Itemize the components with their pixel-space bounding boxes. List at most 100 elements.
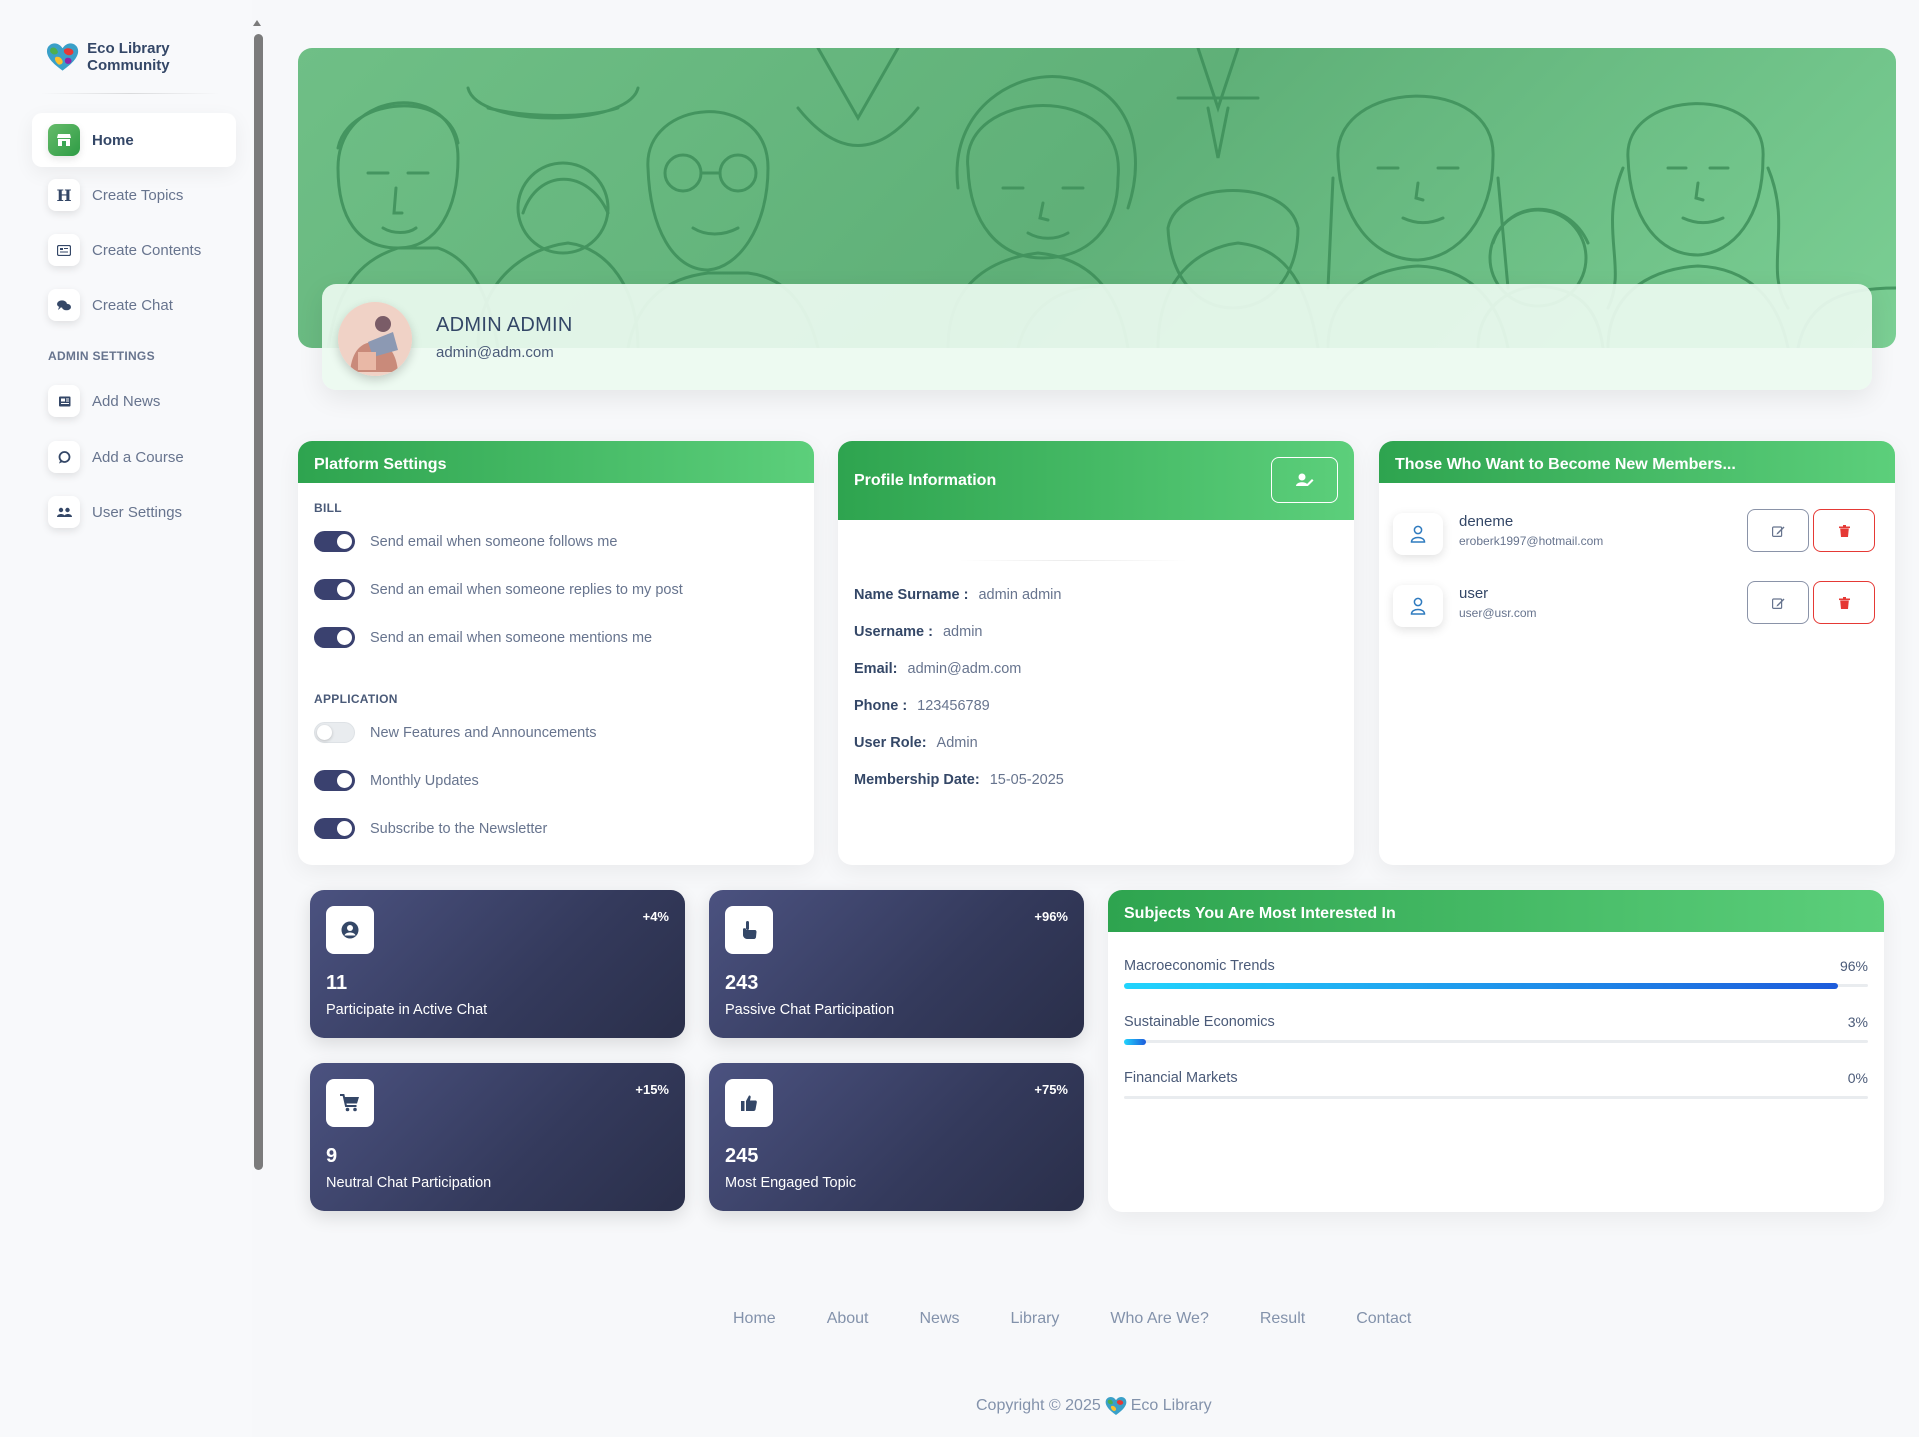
info-value: 15-05-2025 <box>989 772 1064 788</box>
avatar[interactable] <box>338 302 412 376</box>
sidebar-item-label: Home <box>92 131 134 149</box>
sidebar-item-create-contents[interactable]: Create Contents <box>32 223 236 277</box>
subject-row: Macroeconomic Trends 96% <box>1124 958 1868 989</box>
stat-change: +96% <box>1034 909 1068 924</box>
toggle-monthly-updates[interactable] <box>314 770 355 791</box>
copyright: Copyright © 2025 Eco Library <box>976 1396 1212 1416</box>
platform-settings-card: Platform Settings BILL Send email when s… <box>298 441 814 865</box>
info-value: Admin <box>936 735 978 751</box>
progress-track <box>1124 1039 1868 1045</box>
subject-percent: 96% <box>1839 958 1868 974</box>
section-title-application: APPLICATION <box>314 692 398 706</box>
edit-member-button[interactable] <box>1747 581 1809 624</box>
sidebar-item-label: User Settings <box>92 503 183 521</box>
sidebar-item-add-course[interactable]: Add a Course <box>32 430 236 484</box>
profile-email: admin@adm.com <box>436 344 554 361</box>
users-icon <box>48 496 80 528</box>
progress-fill <box>1124 983 1839 989</box>
sidebar-item-label: Add a Course <box>92 448 184 466</box>
brand[interactable]: Eco Library Community <box>46 40 252 74</box>
info-key: Email: <box>854 661 898 677</box>
setting-row: Subscribe to the Newsletter <box>314 818 547 839</box>
delete-member-button[interactable] <box>1813 509 1875 552</box>
edit-icon <box>1771 597 1784 609</box>
trash-icon <box>1838 524 1850 537</box>
info-row-phone: Phone : 123456789 <box>854 698 990 714</box>
edit-member-button[interactable] <box>1747 509 1809 552</box>
stat-value: 245 <box>725 1145 759 1167</box>
stat-value: 11 <box>326 972 348 994</box>
subject-percent: 0% <box>1847 1070 1868 1086</box>
toggle-follow-email[interactable] <box>314 531 355 552</box>
subject-name: Financial Markets <box>1124 1070 1238 1086</box>
sidebar-item-label: Create Contents <box>92 241 202 259</box>
info-value: admin <box>942 624 983 640</box>
setting-row: Send an email when someone mentions me <box>314 627 652 648</box>
copyright-suffix: Eco Library <box>1130 1397 1212 1414</box>
stat-value: 243 <box>725 972 759 994</box>
footer-link-about[interactable]: About <box>827 1310 869 1328</box>
setting-row: New Features and Announcements <box>314 722 597 743</box>
stat-label: Neutral Chat Participation <box>326 1175 492 1191</box>
sidebar-scrollbar-thumb[interactable] <box>254 34 263 1170</box>
footer-link-news[interactable]: News <box>920 1310 960 1328</box>
card-title: Profile Information <box>854 471 997 489</box>
sidebar: Eco Library Community Home H Create Topi… <box>0 0 252 1437</box>
divider <box>958 560 1188 561</box>
sidebar-item-create-chat[interactable]: Create Chat <box>32 278 236 332</box>
stat-card-active-chat: +4% 11 Participate in Active Chat <box>310 890 685 1038</box>
sidebar-item-label: Add News <box>92 392 161 410</box>
user-circle-icon <box>326 906 374 954</box>
info-value: admin admin <box>978 587 1062 603</box>
footer-link-home[interactable]: Home <box>733 1310 776 1328</box>
profile-card: ADMIN ADMIN admin@adm.com <box>322 284 1872 390</box>
user-edit-icon <box>1295 473 1313 486</box>
toggle-mention-email[interactable] <box>314 627 355 648</box>
toggle-newsletter[interactable] <box>314 818 355 839</box>
subject-name: Sustainable Economics <box>1124 1014 1275 1030</box>
member-email: user@usr.com <box>1459 606 1537 620</box>
stat-change: +4% <box>642 909 669 924</box>
card-title: Those Who Want to Become New Members... <box>1379 441 1895 483</box>
footer-link-who-are-we[interactable]: Who Are We? <box>1110 1310 1208 1328</box>
subjects-card: Subjects You Are Most Interested In Macr… <box>1108 890 1884 1212</box>
subject-row: Financial Markets 0% <box>1124 1070 1868 1099</box>
delete-member-button[interactable] <box>1813 581 1875 624</box>
info-row-email: Email: admin@adm.com <box>854 661 1021 677</box>
stat-card-passive-chat: +96% 243 Passive Chat Participation <box>709 890 1084 1038</box>
footer-link-contact[interactable]: Contact <box>1356 1310 1411 1328</box>
edit-profile-button[interactable] <box>1271 457 1338 503</box>
toggle-reply-email[interactable] <box>314 579 355 600</box>
footer-link-result[interactable]: Result <box>1260 1310 1305 1328</box>
subject-name: Macroeconomic Trends <box>1124 958 1275 974</box>
footer-link-library[interactable]: Library <box>1011 1310 1060 1328</box>
setting-row: Monthly Updates <box>314 770 479 791</box>
user-icon <box>1393 585 1443 627</box>
stat-label: Passive Chat Participation <box>725 1002 895 1018</box>
info-key: Username : <box>854 624 933 640</box>
sidebar-item-home[interactable]: Home <box>32 113 236 167</box>
edit-icon <box>1771 525 1784 537</box>
pointer-hand-icon <box>725 906 773 954</box>
user-icon <box>1393 513 1443 555</box>
list-item: user user@usr.com <box>1393 581 1877 631</box>
scroll-up-arrow-icon[interactable] <box>253 20 261 26</box>
toggle-label: Send email when someone follows me <box>370 533 618 550</box>
info-row-username: Username : admin <box>854 624 982 640</box>
info-row-role: User Role: Admin <box>854 735 978 751</box>
stat-change: +15% <box>635 1082 669 1097</box>
heart-globe-logo-icon <box>1105 1396 1127 1416</box>
heading-icon: H <box>48 179 80 211</box>
stat-change: +75% <box>1034 1082 1068 1097</box>
sidebar-section-title: ADMIN SETTINGS <box>48 349 155 363</box>
sidebar-item-create-topics[interactable]: H Create Topics <box>32 168 236 222</box>
footer-nav: Home About News Library Who Are We? Resu… <box>733 1310 1462 1328</box>
toggle-new-features[interactable] <box>314 722 355 743</box>
info-value: admin@adm.com <box>907 661 1022 677</box>
sidebar-item-user-settings[interactable]: User Settings <box>32 485 236 539</box>
toggle-label: Monthly Updates <box>370 772 479 789</box>
info-row-name: Name Surname : admin admin <box>854 587 1061 603</box>
sidebar-item-add-news[interactable]: Add News <box>32 374 236 428</box>
toggle-label: Send an email when someone mentions me <box>370 629 653 646</box>
card-title: Subjects You Are Most Interested In <box>1108 890 1884 932</box>
